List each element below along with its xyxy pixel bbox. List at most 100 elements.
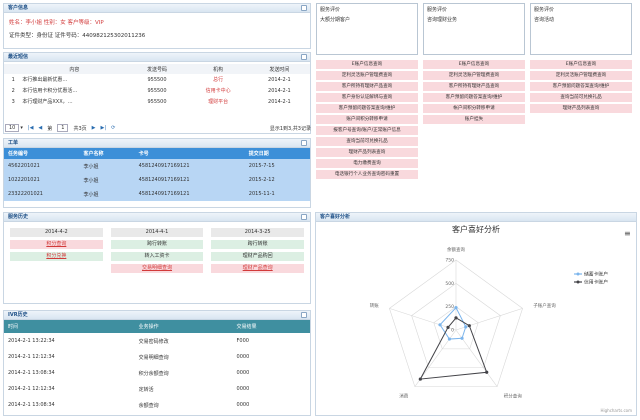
data-point bbox=[454, 306, 458, 310]
chevron-down-icon: ▾ bbox=[20, 125, 23, 131]
page-input[interactable]: 1 bbox=[57, 124, 69, 132]
sms-number: 955500 bbox=[147, 87, 167, 94]
recommendation-area: 服务评价 大额分期客户 E账户信息查询 定利灵活账户管理费查询 客户所持有理财产品查询客… bbox=[316, 3, 636, 208]
rec-item[interactable]: 账户挂失 bbox=[423, 115, 525, 124]
page-label: 第 bbox=[47, 125, 53, 132]
service-item[interactable]: 积分兑换 bbox=[10, 252, 103, 261]
customer-info-header: 客户信息 bbox=[4, 4, 310, 13]
rec-item[interactable]: 电话银行个人业务查询密码重置 bbox=[316, 170, 418, 179]
table-row[interactable]: 2014-2-1 13:08:34 余额查询 0000 bbox=[4, 397, 310, 413]
submit-date: 2015-11-1 bbox=[248, 191, 275, 197]
collapse-icon[interactable] bbox=[301, 312, 307, 318]
rec-item[interactable]: E账户信息查询 bbox=[530, 60, 632, 69]
collapse-icon[interactable] bbox=[301, 214, 307, 220]
recent-sms-header: 最近短信 bbox=[4, 53, 310, 62]
table-row[interactable]: 2014-2-1 12:12:34 定转活 0000 bbox=[4, 381, 310, 397]
col-date: 提交日期 bbox=[248, 151, 269, 157]
service-col: 2014-4-1 跨行转账 转入工资卡 交易明细查询 bbox=[110, 228, 204, 273]
rec-item[interactable]: 客户所持有理财产品查询 bbox=[423, 82, 525, 91]
axis-label: 余额查询 bbox=[447, 246, 465, 253]
workorder-header: 工单 bbox=[4, 139, 310, 148]
sms-content: 本行推出最新优惠… bbox=[22, 77, 68, 83]
rec-item[interactable]: 客户预留问题答案查询/维护 bbox=[530, 82, 632, 91]
table-row[interactable]: 1022201021 李小姐 4581240917169121 2015-2-1… bbox=[4, 173, 310, 187]
legend-marker bbox=[576, 280, 580, 284]
axis-label: 转账 bbox=[370, 302, 379, 309]
col-result: 交易结果 bbox=[236, 324, 257, 330]
r-tick-label: 0 bbox=[451, 328, 454, 334]
rec-item[interactable]: 查询当前可兑换礼品 bbox=[316, 137, 418, 146]
collapse-icon[interactable] bbox=[301, 5, 307, 11]
collapse-icon[interactable] bbox=[301, 140, 307, 146]
rec-item[interactable]: 查询当前可兑换礼品 bbox=[530, 93, 632, 102]
rec-item[interactable]: 客户预留问题答案查询/维护 bbox=[316, 104, 418, 113]
rec-segment-box: 服务评价 咨询理财业务 bbox=[423, 3, 525, 55]
rec-item[interactable]: 定利灵活账户管理费查询 bbox=[316, 71, 418, 80]
service-item[interactable]: 积分查询 bbox=[10, 240, 103, 249]
sms-org: 总行 bbox=[213, 77, 224, 83]
table-row[interactable]: 2014-2-1 13:08:34 积分余额查询 0000 bbox=[4, 365, 310, 381]
rec-item[interactable]: E账户信息查询 bbox=[316, 60, 418, 69]
customer-info-title: 客户信息 bbox=[8, 5, 29, 11]
rec-segment: 咨询活动 bbox=[534, 17, 555, 23]
table-row[interactable]: 23322201021 李小姐 4581240917169121 2015-11… bbox=[4, 187, 310, 201]
last-page-icon[interactable]: ▶| bbox=[101, 125, 107, 131]
rec-item[interactable]: 理财产品列表查询 bbox=[530, 104, 632, 113]
rec-segment: 大额分期客户 bbox=[320, 17, 351, 23]
collapse-icon[interactable] bbox=[301, 54, 307, 60]
ivr-op: 余额查询 bbox=[138, 402, 159, 409]
ivr-result: 0000 bbox=[236, 402, 250, 408]
first-page-icon[interactable]: |◀ bbox=[28, 125, 34, 131]
rec-item[interactable]: E账户信息查询 bbox=[423, 60, 525, 69]
service-col: 2014-4-2 积分查询 积分兑换 bbox=[10, 228, 103, 273]
rec-item[interactable]: 客户所持有理财产品查询 bbox=[316, 82, 418, 91]
service-item[interactable]: 理财产品查询 bbox=[211, 264, 305, 273]
page-size-select[interactable]: 10 bbox=[5, 124, 20, 132]
rec-item[interactable]: 定利灵活账户管理费查询 bbox=[423, 71, 525, 80]
table-row[interactable]: 4562201021 李小姐 4581240917169121 2015-7-1… bbox=[4, 159, 310, 173]
rec-item[interactable]: 理财产品列表查询 bbox=[316, 148, 418, 157]
submit-date: 2015-7-15 bbox=[248, 163, 275, 169]
next-page-icon[interactable]: ▶ bbox=[92, 125, 96, 131]
table-row[interactable]: 2 本行信用卡积分优惠活… 955500 信用卡中心 2014-2-1 bbox=[4, 85, 310, 96]
service-item[interactable]: 跨行转账 bbox=[110, 240, 204, 249]
row-index: 1 bbox=[11, 76, 15, 83]
table-row[interactable]: 2014-2-1 13:22:34 交易密码修改 F000 bbox=[4, 333, 310, 349]
recent-sms-table: 内容 发送号码 机构 发送时间 1 本行推出最新优惠… 955500 总行 20… bbox=[4, 64, 310, 107]
table-row[interactable]: 3 本行理财产品XXX，… 955500 理财平台 2014-2-1 bbox=[4, 96, 310, 107]
rec-segment-box: 服务评价 咨询活动 bbox=[530, 3, 632, 55]
rec-item[interactable]: 帐户间积分转移申请 bbox=[423, 104, 525, 113]
table-row[interactable]: 1 本行推出最新优惠… 955500 总行 2014-2-1 bbox=[4, 74, 310, 85]
col-card: 卡号 bbox=[138, 151, 149, 157]
service-item[interactable]: 理财产品购回 bbox=[211, 252, 305, 261]
service-col: 2014-3-25 跨行转账 理财产品购回 理财产品查询 bbox=[211, 228, 305, 273]
service-date: 2014-4-2 bbox=[10, 228, 103, 237]
task-id: 4562201021 bbox=[8, 163, 40, 169]
prev-page-icon[interactable]: ◀ bbox=[38, 125, 42, 131]
service-item[interactable]: 交易明细查询 bbox=[110, 264, 204, 273]
service-item[interactable]: 转入工资卡 bbox=[110, 252, 204, 261]
rec-item[interactable]: 电力缴费查询 bbox=[316, 159, 418, 168]
ivr-result: 0000 bbox=[236, 386, 250, 392]
ivr-time: 2014-2-1 13:08:34 bbox=[8, 370, 55, 376]
ivr-result: 0000 bbox=[236, 354, 250, 360]
rec-header: 服务评价 bbox=[320, 7, 341, 13]
table-row[interactable]: 2014-2-1 12:12:34 交易明细查询 0000 bbox=[4, 349, 310, 365]
rec-item[interactable]: 客户身份认证解绑与查询 bbox=[316, 93, 418, 102]
rec-item[interactable]: 账户间积分转移申请 bbox=[316, 115, 418, 124]
rec-item[interactable]: 定利灵活账户管理费查询 bbox=[530, 71, 632, 80]
refresh-icon[interactable]: ⟳ bbox=[111, 125, 115, 131]
ivr-time: 2014-2-1 12:12:34 bbox=[8, 386, 55, 392]
menu-icon[interactable]: ≡ bbox=[624, 229, 631, 238]
service-item[interactable]: 跨行转账 bbox=[211, 240, 305, 249]
axis-spoke bbox=[389, 308, 457, 331]
data-point bbox=[438, 323, 442, 327]
ivr-op: 交易密码修改 bbox=[138, 338, 169, 345]
ivr-op: 交易明细查询 bbox=[138, 354, 169, 361]
axis-label: 积分查询 bbox=[504, 393, 522, 400]
data-point bbox=[464, 325, 468, 329]
rec-item[interactable]: 报客户号查询/账户/正常账户信息 bbox=[316, 126, 418, 135]
rec-item[interactable]: 客户预留问题答案查询/维护 bbox=[423, 93, 525, 102]
service-history-title: 服务历史 bbox=[8, 214, 29, 220]
service-history-header: 服务历史 bbox=[4, 213, 310, 222]
